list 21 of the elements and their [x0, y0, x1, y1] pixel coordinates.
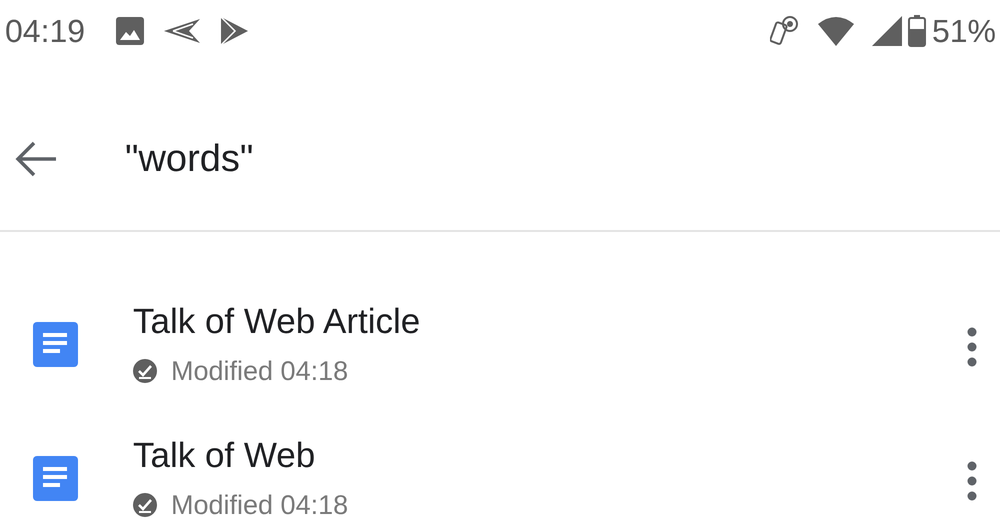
more-options-icon[interactable] [967, 327, 977, 367]
paper-plane-icon [163, 18, 202, 44]
document-icon [33, 456, 78, 501]
check-icon [133, 359, 157, 383]
phone-nfc-icon [770, 15, 800, 47]
check-icon [133, 493, 157, 517]
file-title[interactable]: Talk of Web [133, 434, 967, 478]
battery-percentage: 51% [932, 12, 996, 50]
image-icon [115, 16, 146, 46]
modified-time: Modified 04:18 [171, 490, 348, 520]
search-query: "words" [125, 138, 254, 180]
wifi-icon [818, 16, 854, 46]
document-icon [33, 322, 78, 367]
more-options-icon[interactable] [967, 461, 977, 501]
signal-icon [872, 16, 902, 46]
modified-time: Modified 04:18 [171, 356, 348, 386]
status-time: 04:19 [5, 12, 86, 50]
battery-icon [908, 15, 926, 47]
file-title[interactable]: Talk of Web Article [133, 300, 967, 344]
back-icon[interactable] [15, 141, 57, 177]
play-icon [219, 16, 250, 46]
